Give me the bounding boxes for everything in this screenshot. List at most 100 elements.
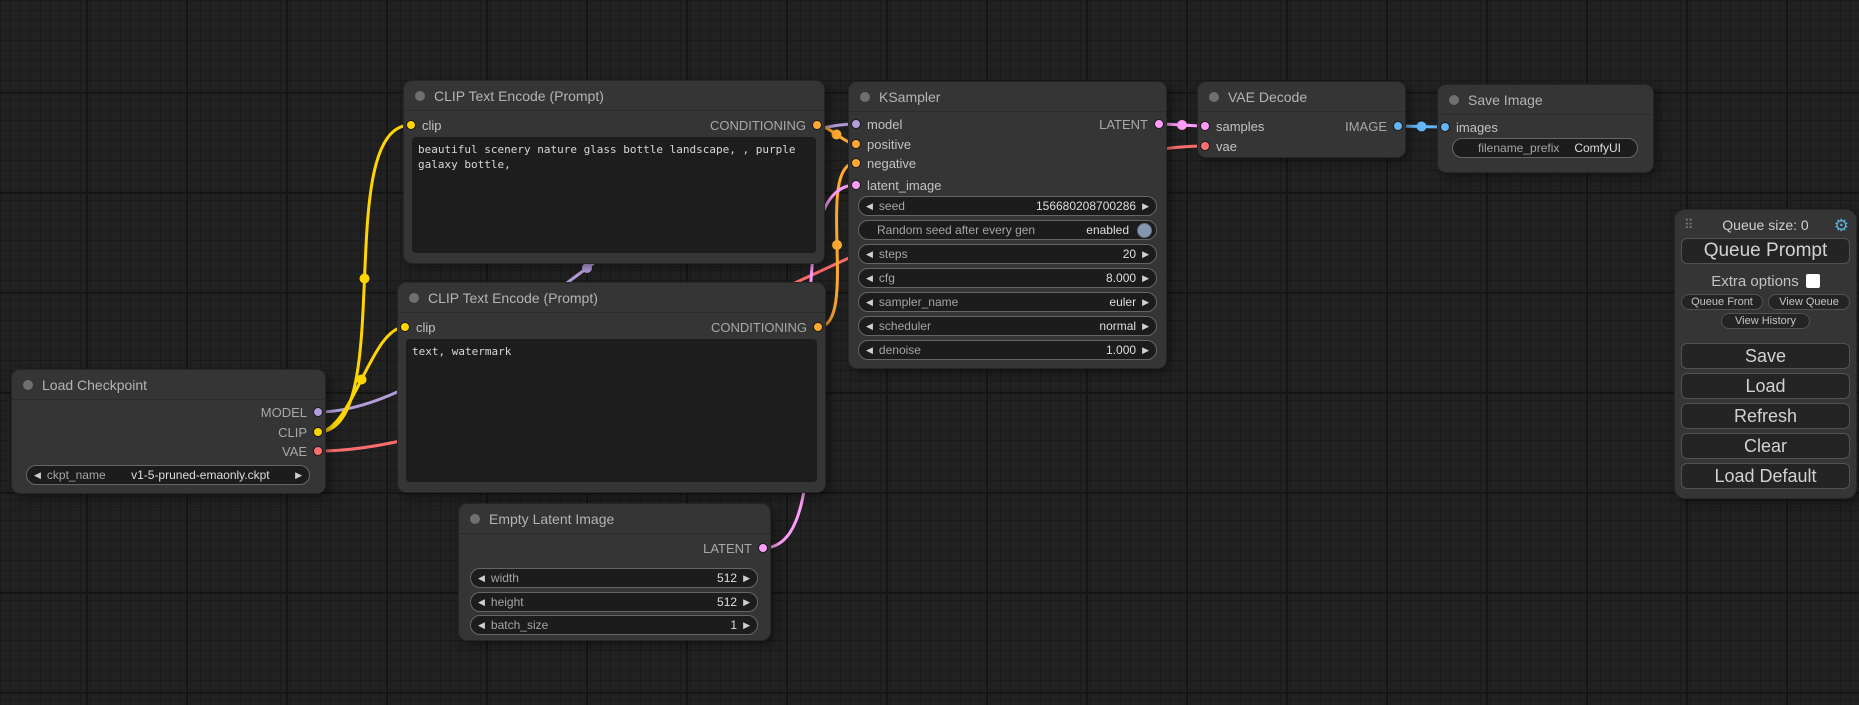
decrement-arrow-icon[interactable]: ◀ — [866, 250, 873, 259]
queue-menu-panel[interactable]: ⠿ Queue size: 0 ⚙ Queue Prompt Extra opt… — [1675, 210, 1856, 498]
decrement-arrow-icon[interactable]: ◀ — [866, 202, 873, 211]
increment-arrow-icon[interactable]: ▶ — [1142, 346, 1149, 355]
negative-prompt-textarea[interactable]: text, watermark — [406, 339, 817, 482]
decrement-arrow-icon[interactable]: ◀ — [34, 471, 41, 480]
increment-arrow-icon[interactable]: ▶ — [295, 471, 302, 480]
node-vae-decode[interactable]: VAE Decode samples IMAGE vae — [1198, 82, 1405, 157]
comfyui-canvas[interactable]: { "colors": { "model": "#B39DDB", "clip"… — [0, 0, 1859, 705]
queue-front-button[interactable]: Queue Front — [1681, 294, 1763, 310]
negative-input-dot[interactable] — [851, 158, 861, 168]
latent-output-dot[interactable] — [758, 543, 768, 553]
slot-row-vae: vae — [1198, 136, 1405, 156]
latent-image-input-dot[interactable] — [851, 180, 861, 190]
refresh-button[interactable]: Refresh — [1681, 403, 1850, 429]
clip-input-dot[interactable] — [400, 322, 410, 332]
decrement-arrow-icon[interactable]: ◀ — [866, 274, 873, 283]
drag-handle-icon[interactable]: ⠿ — [1684, 217, 1693, 233]
node-clip-text-encode-positive[interactable]: CLIP Text Encode (Prompt) clip CONDITION… — [404, 81, 824, 263]
cfg-widget[interactable]: ◀ cfg 8.000 ▶ — [858, 268, 1157, 288]
height-widget[interactable]: ◀ height 512 ▶ — [470, 592, 758, 612]
queue-size-label: Queue size: 0 — [1722, 217, 1808, 233]
collapse-dot-icon[interactable] — [1449, 95, 1459, 105]
gear-icon[interactable]: ⚙ — [1834, 217, 1849, 234]
conditioning-output-dot[interactable] — [813, 322, 823, 332]
increment-arrow-icon[interactable]: ▶ — [743, 621, 750, 630]
view-history-button[interactable]: View History — [1721, 313, 1810, 329]
decrement-arrow-icon[interactable]: ◀ — [478, 621, 485, 630]
node-title: Empty Latent Image — [489, 511, 614, 527]
node-title-bar[interactable]: Load Checkpoint — [12, 370, 325, 400]
image-output-dot[interactable] — [1393, 121, 1403, 131]
latent-output-dot[interactable] — [1154, 119, 1164, 129]
positive-prompt-textarea[interactable]: beautiful scenery nature glass bottle la… — [412, 137, 816, 253]
slot-row-latent-image: latent_image — [849, 175, 1166, 195]
seed-widget[interactable]: ◀ seed 156680208700286 ▶ — [858, 196, 1157, 216]
scheduler-widget[interactable]: ◀ scheduler normal ▶ — [858, 316, 1157, 336]
ckpt-name-widget[interactable]: ◀ ckpt_name v1-5-pruned-emaonly.ckpt ▶ — [26, 465, 310, 485]
clip-input-dot[interactable] — [406, 120, 416, 130]
collapse-dot-icon[interactable] — [415, 91, 425, 101]
increment-arrow-icon[interactable]: ▶ — [1142, 250, 1149, 259]
filename-prefix-widget[interactable]: filename_prefix ComfyUI — [1452, 138, 1638, 158]
output-slot-clip: CLIP — [12, 422, 325, 442]
conditioning-output-dot[interactable] — [812, 120, 822, 130]
random-seed-toggle-widget[interactable]: Random seed after every gen enabled — [858, 220, 1157, 240]
denoise-widget[interactable]: ◀ denoise 1.000 ▶ — [858, 340, 1157, 360]
load-default-button[interactable]: Load Default — [1681, 463, 1850, 489]
sampler-name-widget[interactable]: ◀ sampler_name euler ▶ — [858, 292, 1157, 312]
collapse-dot-icon[interactable] — [23, 380, 33, 390]
samples-input-dot[interactable] — [1200, 121, 1210, 131]
node-save-image[interactable]: Save Image images filename_prefix ComfyU… — [1438, 85, 1653, 172]
increment-arrow-icon[interactable]: ▶ — [743, 598, 750, 607]
steps-widget[interactable]: ◀ steps 20 ▶ — [858, 244, 1157, 264]
slot-row-model: model LATENT — [849, 114, 1166, 134]
node-title-bar[interactable]: Empty Latent Image — [459, 504, 770, 534]
decrement-arrow-icon[interactable]: ◀ — [478, 598, 485, 607]
node-ksampler[interactable]: KSampler model LATENT positive negative … — [849, 82, 1166, 368]
toggle-enabled-icon[interactable] — [1137, 223, 1152, 238]
extra-options-checkbox[interactable] — [1806, 274, 1820, 288]
collapse-dot-icon[interactable] — [860, 92, 870, 102]
positive-input-dot[interactable] — [851, 139, 861, 149]
vae-output-dot[interactable] — [313, 446, 323, 456]
increment-arrow-icon[interactable]: ▶ — [1142, 322, 1149, 331]
node-load-checkpoint[interactable]: Load Checkpoint MODEL CLIP VAE ◀ ckpt_na… — [12, 370, 325, 493]
collapse-dot-icon[interactable] — [409, 293, 419, 303]
load-button[interactable]: Load — [1681, 373, 1850, 399]
node-title: CLIP Text Encode (Prompt) — [434, 88, 604, 104]
save-button[interactable]: Save — [1681, 343, 1850, 369]
slot-row-positive: positive — [849, 134, 1166, 154]
collapse-dot-icon[interactable] — [1209, 92, 1219, 102]
increment-arrow-icon[interactable]: ▶ — [1142, 274, 1149, 283]
model-input-dot[interactable] — [851, 119, 861, 129]
decrement-arrow-icon[interactable]: ◀ — [866, 322, 873, 331]
batch-size-widget[interactable]: ◀ batch_size 1 ▶ — [470, 615, 758, 635]
vae-input-dot[interactable] — [1200, 141, 1210, 151]
decrement-arrow-icon[interactable]: ◀ — [866, 346, 873, 355]
node-clip-text-encode-negative[interactable]: CLIP Text Encode (Prompt) clip CONDITION… — [398, 283, 825, 492]
view-queue-button[interactable]: View Queue — [1768, 294, 1850, 310]
width-widget[interactable]: ◀ width 512 ▶ — [470, 568, 758, 588]
node-empty-latent-image[interactable]: Empty Latent Image LATENT ◀ width 512 ▶ … — [459, 504, 770, 640]
extra-options-row: Extra options — [1675, 272, 1856, 290]
queue-prompt-button[interactable]: Queue Prompt — [1681, 238, 1850, 264]
increment-arrow-icon[interactable]: ▶ — [1142, 298, 1149, 307]
increment-arrow-icon[interactable]: ▶ — [743, 574, 750, 583]
clip-output-dot[interactable] — [313, 427, 323, 437]
decrement-arrow-icon[interactable]: ◀ — [866, 298, 873, 307]
model-output-dot[interactable] — [313, 407, 323, 417]
clear-button[interactable]: Clear — [1681, 433, 1850, 459]
menu-header: ⠿ Queue size: 0 ⚙ — [1675, 214, 1856, 236]
node-title-bar[interactable]: VAE Decode — [1198, 82, 1405, 112]
node-title-bar[interactable]: Save Image — [1438, 85, 1653, 115]
increment-arrow-icon[interactable]: ▶ — [1142, 202, 1149, 211]
extra-options-label: Extra options — [1711, 273, 1799, 290]
node-title-bar[interactable]: KSampler — [849, 82, 1166, 112]
node-title-bar[interactable]: CLIP Text Encode (Prompt) — [398, 283, 825, 313]
node-title: CLIP Text Encode (Prompt) — [428, 290, 598, 306]
node-title-bar[interactable]: CLIP Text Encode (Prompt) — [404, 81, 824, 111]
decrement-arrow-icon[interactable]: ◀ — [478, 574, 485, 583]
collapse-dot-icon[interactable] — [470, 514, 480, 524]
output-slot-vae: VAE — [12, 441, 325, 461]
images-input-dot[interactable] — [1440, 122, 1450, 132]
